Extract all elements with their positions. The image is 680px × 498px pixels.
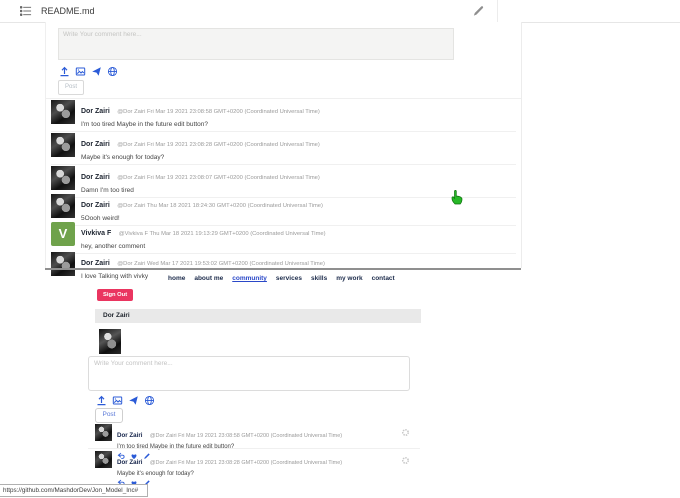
comment-timestamp: @Dor Zairi Fri Mar 19 2021 23:08:07 GMT+… [117, 175, 320, 181]
nav-home[interactable]: home [168, 275, 185, 282]
nav-contact[interactable]: contact [372, 275, 395, 282]
comment-author: Dor Zairi [81, 108, 110, 115]
comment-actions [117, 479, 425, 487]
profile-photo [99, 329, 121, 354]
comment-timestamp: @Dor Zairi Wed Mar 17 2021 19:53:02 GMT+… [117, 261, 325, 267]
nav-services[interactable]: services [276, 275, 302, 282]
app-window: README.md Write Your comment here... Pos… [0, 0, 680, 498]
comment-author: Dor Zairi [81, 141, 110, 148]
avatar [51, 194, 75, 218]
upload-icon[interactable] [95, 394, 107, 406]
avatar-initial: V [51, 222, 75, 246]
avatar [95, 451, 112, 468]
comment-author: Dor Zairi [117, 432, 143, 439]
comment-input[interactable] [88, 356, 410, 391]
globe-icon[interactable] [143, 394, 155, 406]
comment-timestamp: @Dor Zairi Fri Mar 19 2021 23:08:28 GMT+… [149, 460, 343, 466]
divider [46, 98, 521, 99]
comment-text: I'm too tired Maybe in the future edit b… [117, 444, 235, 450]
post-button[interactable]: Post [95, 408, 123, 423]
file-title: README.md [41, 6, 95, 16]
comment-row: V Vivkiva F @Vivkiva F Thu Mar 18 2021 1… [51, 222, 516, 254]
image-icon[interactable] [111, 394, 123, 406]
comment-input[interactable] [58, 28, 454, 60]
send-icon[interactable] [127, 394, 139, 406]
status-url: https://github.com/MashdorDev/Jon_Model_… [0, 484, 148, 497]
comment-text: Damn I'm too tired [81, 187, 134, 194]
divider [88, 448, 420, 449]
community-panel: Post Dor Zairi @Dor Zairi Fri Mar 19 202… [45, 22, 522, 280]
avatar [51, 100, 75, 124]
portfolio-nav: home about me community services skills … [168, 275, 395, 282]
gear-icon[interactable] [401, 424, 410, 442]
avatar [51, 166, 75, 190]
comment-row: Dor Zairi @Dor Zairi Fri Mar 19 2021 23:… [51, 133, 516, 165]
avatar [51, 133, 75, 157]
composer-toolbar [58, 65, 118, 77]
comment-text: I'm too tired Maybe in the future edit b… [81, 121, 208, 128]
comment-timestamp: @Vivkiva F Thu Mar 18 2021 19:13:29 GMT+… [118, 231, 326, 237]
section-divider [45, 268, 521, 270]
sign-out-button[interactable]: Sign Out [97, 289, 134, 301]
nav-my-work[interactable]: my work [336, 275, 362, 282]
composer-toolbar [95, 394, 155, 406]
comment-text: 5Oooh weird! [81, 215, 120, 222]
file-header: README.md [0, 0, 680, 23]
gear-icon[interactable] [401, 452, 410, 470]
send-icon[interactable] [90, 65, 102, 77]
nav-skills[interactable]: skills [311, 275, 327, 282]
comment-author: Vivkiva F [81, 230, 112, 237]
comment-timestamp: @Dor Zairi Fri Mar 19 2021 23:08:58 GMT+… [117, 109, 320, 115]
comment-author: Dor Zairi [81, 202, 110, 209]
post-button[interactable]: Post [58, 80, 84, 95]
list-icon[interactable] [20, 5, 32, 17]
header-divider [497, 0, 498, 22]
nav-community[interactable]: community [232, 275, 267, 282]
comment-text: Maybe it's enough for today? [117, 471, 194, 477]
comment-row: Dor Zairi @Dor Zairi Fri Mar 19 2021 23:… [51, 100, 516, 132]
comment-timestamp: @Dor Zairi Fri Mar 19 2021 23:08:28 GMT+… [117, 142, 320, 148]
globe-icon[interactable] [106, 65, 118, 77]
nav-about-me[interactable]: about me [194, 275, 223, 282]
comment-author: Dor Zairi [117, 459, 143, 466]
comment-row: Dor Zairi @Dor Zairi Fri Mar 19 2021 23:… [95, 451, 425, 487]
comment-timestamp: @Dor Zairi Thu Mar 18 2021 18:24:30 GMT+… [117, 203, 323, 209]
avatar [95, 424, 112, 441]
profile-name-bar: Dor Zairi [95, 309, 421, 323]
comment-text: hey, another comment [81, 243, 146, 250]
comment-timestamp: @Dor Zairi Fri Mar 19 2021 23:08:58 GMT+… [149, 433, 343, 439]
upload-icon[interactable] [58, 65, 70, 77]
avatar [51, 252, 75, 276]
image-icon[interactable] [74, 65, 86, 77]
pencil-icon[interactable] [472, 4, 484, 16]
comment-text: Maybe it's enough for today? [81, 154, 165, 161]
comment-author: Dor Zairi [81, 260, 110, 267]
comment-author: Dor Zairi [81, 174, 110, 181]
